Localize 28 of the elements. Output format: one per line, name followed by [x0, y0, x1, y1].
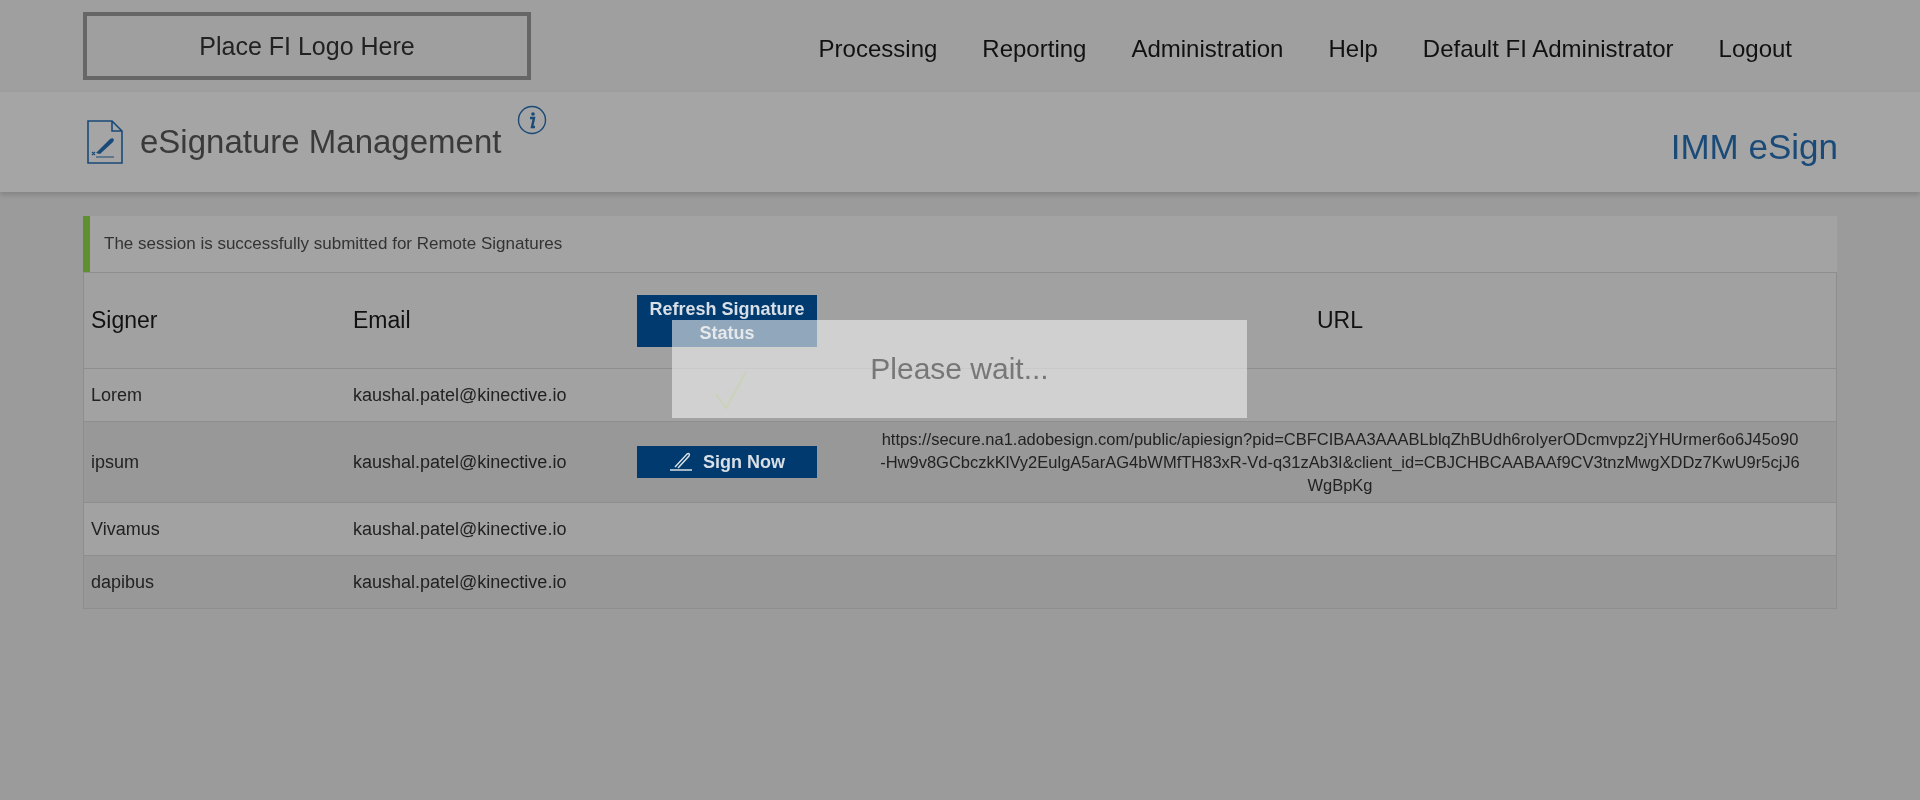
- column-header: Email: [346, 272, 630, 369]
- table-cell: dapibus: [83, 555, 346, 609]
- nav-link[interactable]: Processing: [818, 35, 938, 63]
- info-icon[interactable]: [517, 105, 548, 135]
- table-cell: Vivamus: [83, 502, 346, 556]
- page-title: eSignature Management: [140, 123, 502, 161]
- url-cell: https://secure.na1.adobesign.com/public/apiesign?pid=CBFCIBAA3AAABLblqZhBUdh6roIyerODcmvpz2jYHUrmer6o6J45o90-Hw9v8GCbczkKlVy2EulgA5arAG4bWMfTH83xR-Vd-q31zAb3I&client_id=CBJCHBCAABAAf9CV3tnzMwgXDDz7KwU9r5cjJ6WgBpKg: [844, 421, 1837, 503]
- table-cell: Lorem: [83, 368, 346, 422]
- nav-link[interactable]: Reporting: [982, 35, 1087, 63]
- nav-link[interactable]: Default FI Administrator: [1422, 35, 1674, 63]
- success-alert: The session is successfully submitted for Remote Signatures: [83, 216, 1837, 272]
- document-signature-icon: [86, 119, 124, 165]
- pen-icon: [669, 452, 695, 472]
- app-name: IMM eSign: [1670, 127, 1838, 167]
- sign-now-button[interactable]: Sign Now: [637, 446, 817, 478]
- table-cell: kaushal.patel@kinective.io: [346, 368, 630, 422]
- table-cell: kaushal.patel@kinective.io: [346, 502, 630, 556]
- table-cell: kaushal.patel@kinective.io: [346, 555, 630, 609]
- loading-text: Please wait...: [870, 352, 1049, 386]
- table-cell: kaushal.patel@kinective.io: [346, 421, 630, 503]
- logo: Place FI Logo Here: [83, 12, 531, 80]
- check-icon: [714, 370, 748, 410]
- nav-link[interactable]: Help: [1328, 35, 1378, 63]
- nav-link[interactable]: Logout: [1718, 35, 1792, 63]
- table-cell: ipsum: [83, 421, 346, 503]
- nav-link[interactable]: Administration: [1131, 35, 1284, 63]
- refresh-button[interactable]: Refresh Signature Status: [637, 294, 817, 347]
- column-header: Signer: [83, 272, 346, 369]
